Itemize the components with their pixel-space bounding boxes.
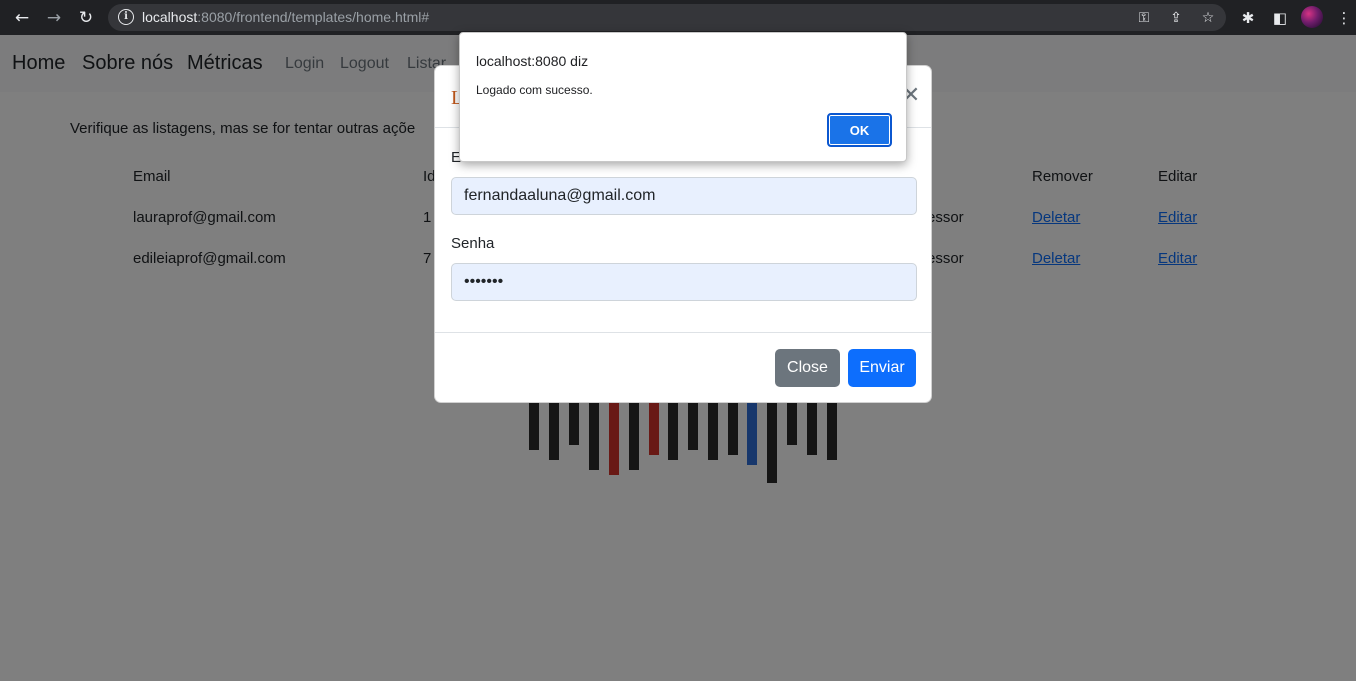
password-field[interactable]	[451, 263, 917, 301]
extensions-icon[interactable]: ✱	[1236, 6, 1260, 30]
alert-message: Logado com sucesso.	[476, 83, 593, 97]
avatar[interactable]	[1301, 6, 1323, 28]
share-icon[interactable]: ⇪	[1165, 7, 1187, 29]
email-field[interactable]	[451, 177, 917, 215]
reload-icon[interactable]: ↻	[74, 6, 98, 30]
info-icon[interactable]: i	[118, 9, 134, 25]
key-icon[interactable]: ⚿	[1133, 7, 1155, 29]
address-bar[interactable]: i localhost:8080/frontend/templates/home…	[108, 4, 1226, 31]
sidebar-icon[interactable]: ◧	[1268, 6, 1292, 30]
submit-button[interactable]: Enviar	[848, 349, 916, 387]
password-label: Senha	[451, 235, 495, 252]
back-arrow-icon[interactable]: ←	[10, 6, 34, 30]
close-button[interactable]: Close	[775, 349, 840, 387]
star-icon[interactable]: ☆	[1197, 7, 1219, 29]
ok-button[interactable]: OK	[827, 113, 892, 147]
browser-toolbar: ← → ↻ i localhost:8080/frontend/template…	[0, 0, 1356, 35]
forward-arrow-icon[interactable]: →	[42, 6, 66, 30]
divider	[435, 332, 931, 333]
alert-dialog: localhost:8080 diz Logado com sucesso. O…	[459, 32, 907, 162]
more-icon[interactable]: ⋮	[1332, 6, 1356, 30]
url-text[interactable]: localhost:8080/frontend/templates/home.h…	[142, 9, 429, 25]
alert-title: localhost:8080 diz	[476, 53, 589, 69]
